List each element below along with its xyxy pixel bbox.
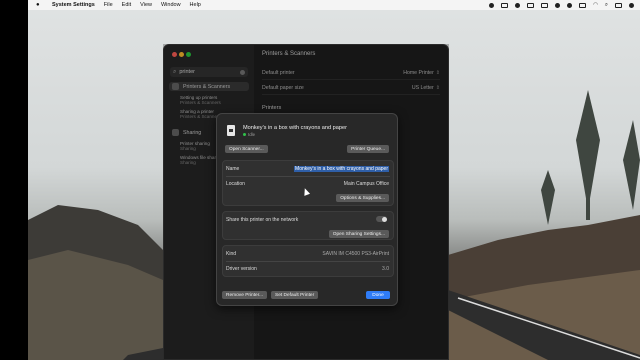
menu-window[interactable]: Window [161, 2, 181, 8]
divider [226, 176, 390, 177]
divider [226, 261, 390, 262]
kind-label: Kind [226, 251, 237, 257]
set-default-printer-button[interactable]: Set Default Printer [271, 291, 319, 299]
search-icon[interactable]: ⌕ [605, 2, 608, 9]
battery-icon[interactable] [579, 2, 587, 8]
driver-version-label: Driver version [226, 266, 257, 272]
printer-title: Monkey's in a box with crayons and paper [243, 125, 347, 131]
printer-status: Idle [243, 132, 255, 137]
clock-icon[interactable] [567, 2, 573, 8]
creative-cloud-icon[interactable] [489, 2, 495, 8]
printer-details-group: Name Monkey's in a box with crayons and … [222, 160, 394, 206]
done-button[interactable]: Done [366, 291, 390, 299]
name-label: Name [226, 166, 240, 172]
printer-info-sheet: Monkey's in a box with crayons and paper… [216, 113, 398, 306]
bluetooth-icon[interactable] [555, 2, 561, 8]
menu-file[interactable]: File [104, 2, 113, 8]
sharing-group: Share this printer on the network Open S… [222, 211, 394, 240]
kind-value: SAVIN IM C4500 PS3-AirPrint [322, 251, 389, 257]
open-sharing-settings-button[interactable]: Open Sharing Settings... [328, 230, 389, 238]
printer-queue-button[interactable]: Printer Queue... [347, 145, 389, 153]
remove-printer-button[interactable]: Remove Printer... [222, 291, 268, 299]
control-center-icon[interactable] [615, 2, 622, 8]
location-field[interactable]: Main Campus Office [344, 181, 389, 187]
display-icon[interactable] [527, 2, 535, 8]
driver-version-value: 3.0 [382, 266, 389, 272]
share-printer-toggle[interactable] [376, 216, 387, 222]
printer-icon [227, 125, 235, 136]
location-label: Location [226, 181, 245, 187]
siri-icon[interactable] [629, 2, 634, 8]
record-icon[interactable] [515, 2, 521, 8]
status-dot-icon [243, 133, 246, 136]
open-scanner-button[interactable]: Open Scanner... [225, 145, 268, 153]
menu-bar: ● System Settings File Edit View Window … [28, 0, 640, 10]
screen-mirroring-icon[interactable] [541, 2, 549, 8]
menu-help[interactable]: Help [190, 2, 201, 8]
share-printer-label: Share this printer on the network [226, 217, 299, 223]
menu-view[interactable]: View [140, 2, 152, 8]
menu-app-name[interactable]: System Settings [52, 2, 95, 8]
apple-menu-icon[interactable]: ● [36, 2, 46, 8]
driver-info-group: Kind SAVIN IM C4500 PS3-AirPrint Driver … [222, 245, 394, 277]
status-text: Idle [248, 132, 256, 137]
menu-bar-status-area: ◠ ⌕ [489, 2, 634, 9]
options-supplies-button[interactable]: Options & Supplies... [336, 194, 389, 202]
name-field[interactable]: Monkey's in a box with crayons and paper [294, 166, 389, 172]
menu-edit[interactable]: Edit [122, 2, 131, 8]
cloud-icon[interactable] [501, 2, 509, 8]
wifi-icon[interactable]: ◠ [593, 2, 598, 8]
